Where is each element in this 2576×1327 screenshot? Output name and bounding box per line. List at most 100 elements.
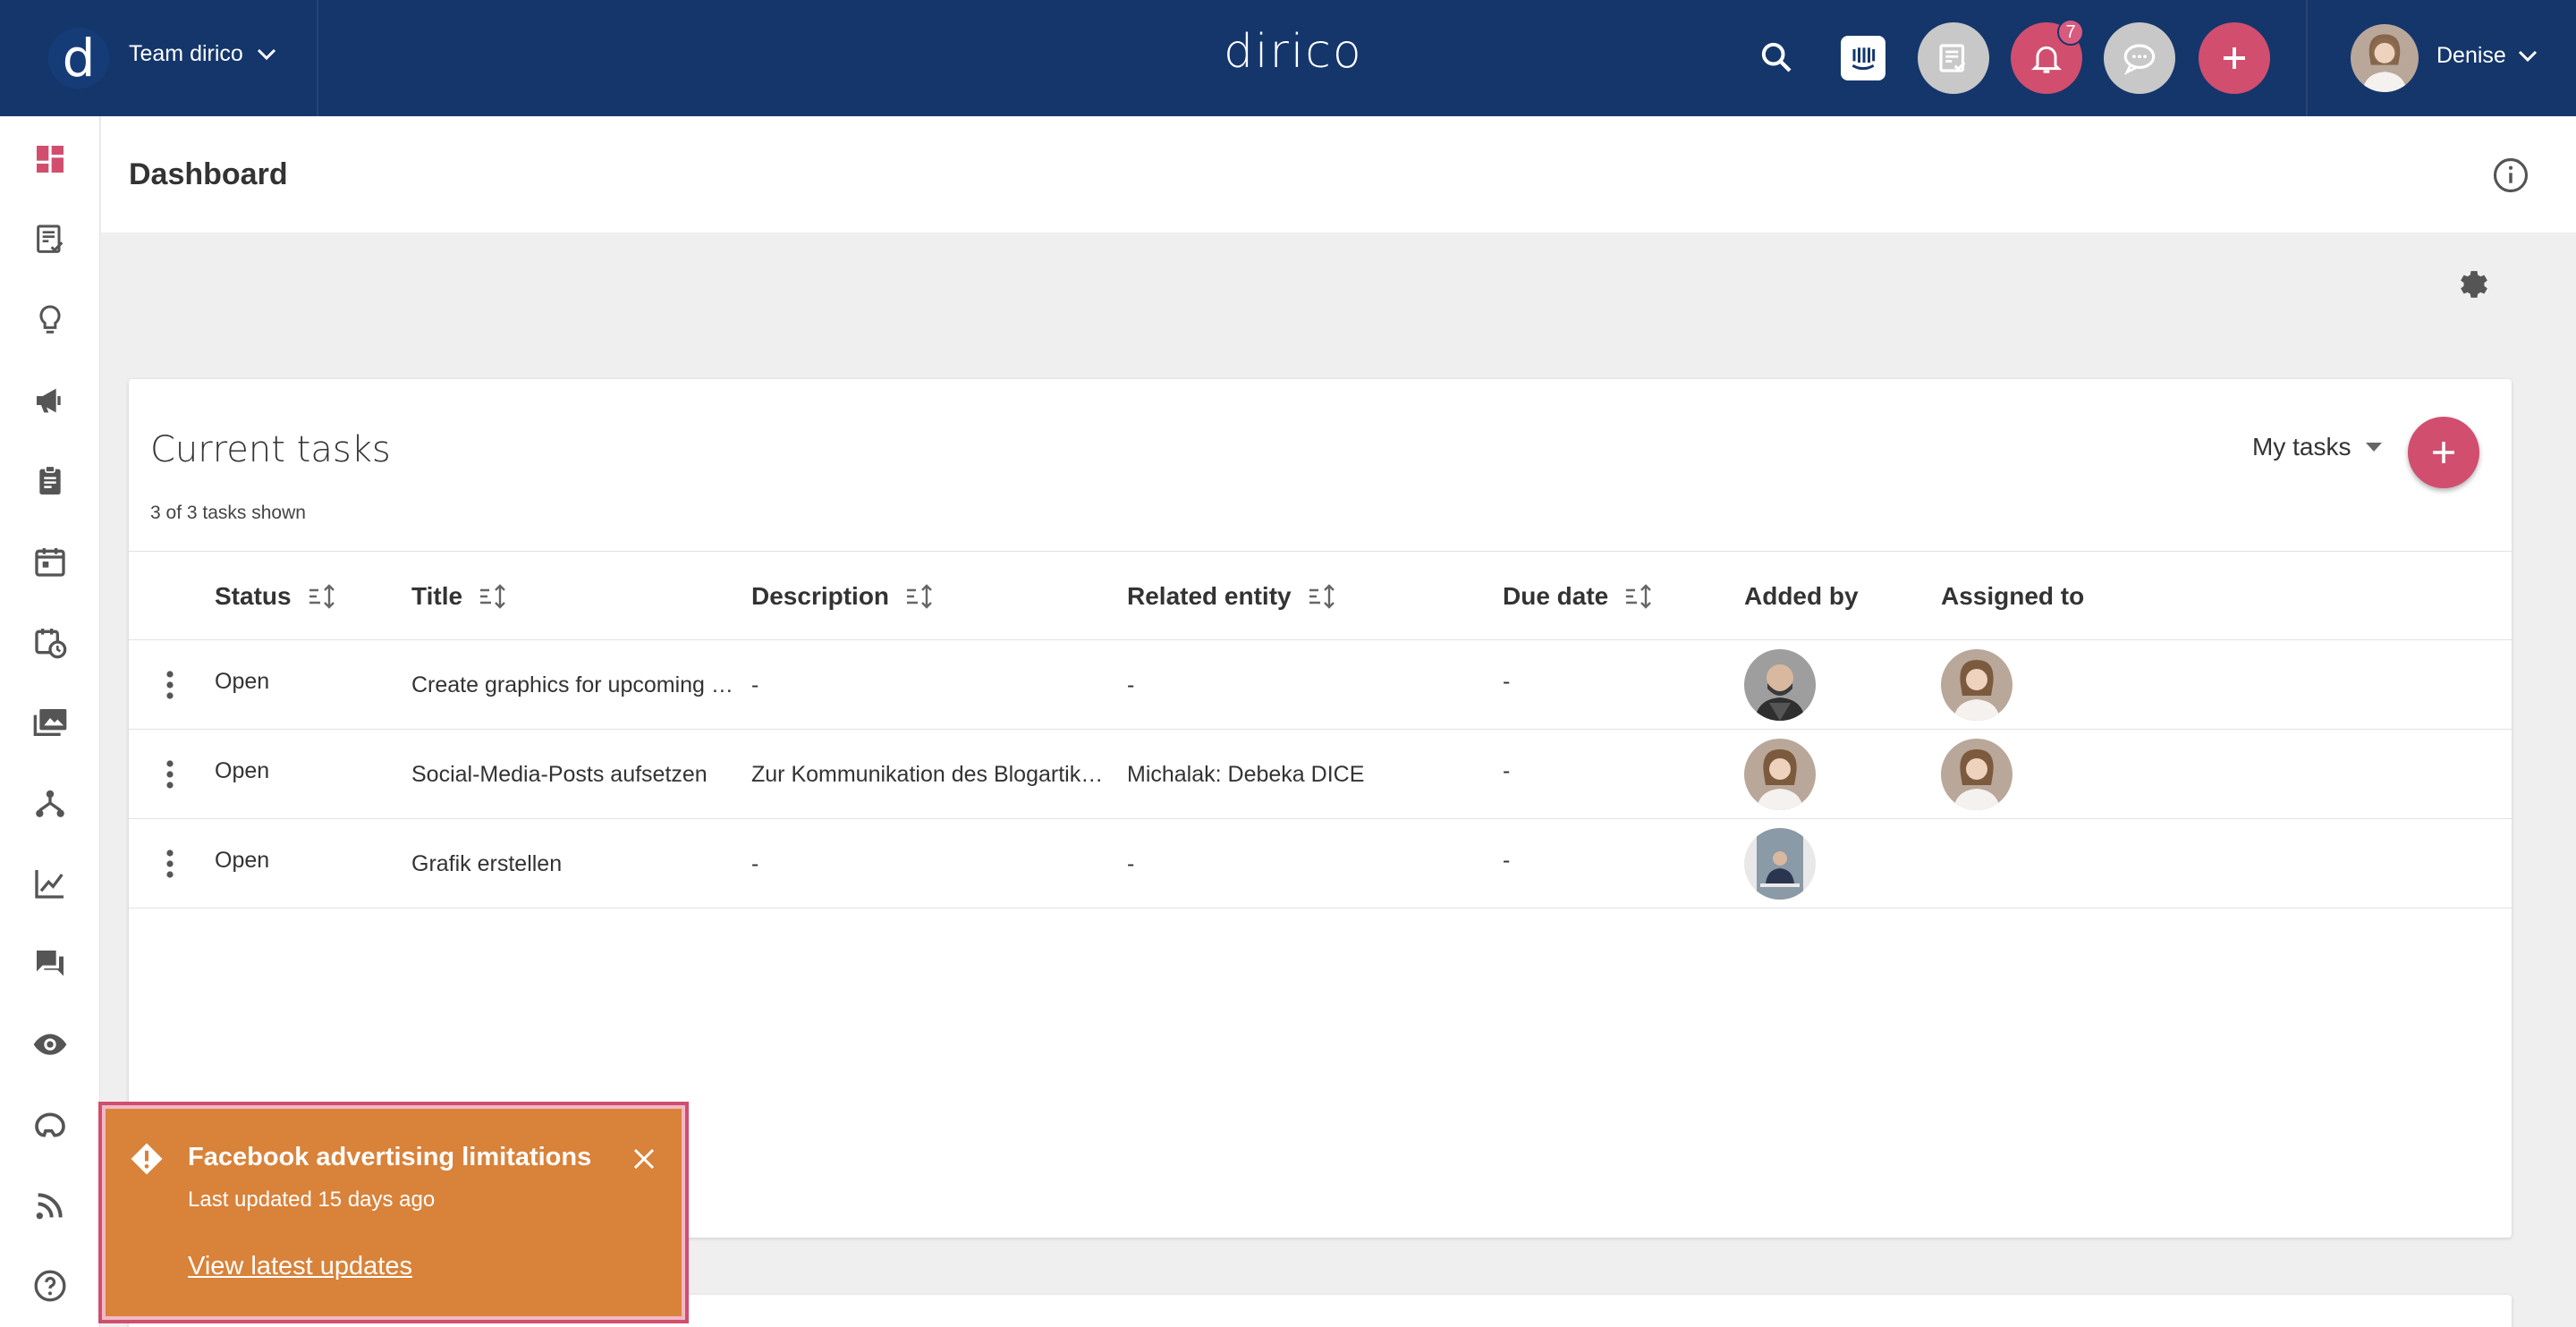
- added-by-avatar[interactable]: [1744, 739, 1816, 810]
- column-label: Status: [215, 582, 292, 610]
- nav-media[interactable]: [27, 699, 73, 746]
- added-by-avatar[interactable]: [1744, 649, 1816, 721]
- nav-briefings[interactable]: [27, 458, 73, 504]
- column-label: Title: [411, 582, 463, 610]
- added-by-avatar[interactable]: [1744, 828, 1816, 900]
- task-filter-select[interactable]: My tasks: [2252, 433, 2383, 461]
- notifications-button[interactable]: 7: [2011, 19, 2084, 94]
- rss-icon: [36, 1193, 63, 1220]
- description-cell: -: [751, 850, 759, 876]
- hierarchy-icon: [36, 790, 64, 817]
- nav-monitoring[interactable]: [27, 1021, 73, 1068]
- task-filter-value: My tasks: [2252, 433, 2351, 461]
- helmet-icon: [35, 1112, 65, 1137]
- column-title[interactable]: Title: [411, 552, 509, 641]
- row-menu-button[interactable]: [159, 756, 181, 792]
- table-row[interactable]: Open Grafik erstellen - - -: [129, 819, 2512, 909]
- status-cell: Open: [215, 668, 270, 694]
- team-label: Team dirico: [129, 41, 243, 66]
- nav-campaigns[interactable]: [27, 377, 73, 424]
- dashboard-icon: [37, 146, 64, 173]
- due-date-cell: -: [1503, 847, 1511, 873]
- related-entity-cell: -: [1127, 672, 1135, 697]
- column-description[interactable]: Description: [751, 552, 936, 641]
- nav-calendar[interactable]: [27, 538, 73, 585]
- calendar-clock-icon: [35, 629, 67, 659]
- status-cell: Open: [215, 847, 270, 873]
- gear-icon: [2461, 271, 2487, 298]
- column-label: Related entity: [1127, 582, 1292, 610]
- top-bar: d Team dirico dirico 7 Denise: [0, 0, 2576, 116]
- divider: [2306, 0, 2308, 116]
- nav-ideas[interactable]: [27, 297, 73, 343]
- row-menu-button[interactable]: [159, 667, 181, 703]
- nav-tasks[interactable]: [27, 216, 73, 263]
- search-button[interactable]: [1755, 36, 1798, 79]
- add-task-button[interactable]: [2408, 417, 2479, 488]
- toast-close-button[interactable]: [626, 1141, 662, 1177]
- plus-icon: [2224, 47, 2245, 69]
- column-due-date[interactable]: Due date: [1503, 552, 1655, 641]
- app-logo[interactable]: d: [48, 28, 109, 89]
- chevron-down-icon: [2518, 50, 2537, 62]
- nav-schedule[interactable]: [27, 619, 73, 665]
- view-updates-link[interactable]: View latest updates: [188, 1252, 412, 1281]
- photo-library-icon: [33, 709, 67, 736]
- row-menu-button[interactable]: [159, 846, 181, 882]
- avatar-image: [1941, 649, 2012, 721]
- brand-name: dirico: [1224, 25, 1363, 79]
- create-button[interactable]: [2199, 22, 2270, 94]
- related-entity-cell[interactable]: Michalak: Debeka DICE: [1127, 730, 1485, 819]
- table-row[interactable]: Open Social-Media-Posts aufsetzen Zur Ko…: [129, 730, 2512, 819]
- close-icon: [633, 1148, 655, 1170]
- team-switcher[interactable]: Team dirico: [129, 41, 277, 67]
- status-cell: Open: [215, 757, 270, 783]
- calendar-icon: [35, 548, 65, 577]
- nav-feeds[interactable]: [27, 1182, 73, 1229]
- more-vert-icon: [166, 760, 174, 789]
- info-icon: [2493, 157, 2529, 193]
- title-cell[interactable]: Create graphics for upcoming …: [411, 640, 733, 730]
- clipboard-icon: [39, 465, 61, 494]
- assigned-to-avatar[interactable]: [1941, 739, 2012, 810]
- column-status[interactable]: Status: [215, 552, 338, 641]
- toast-subtitle: Last updated 15 days ago: [188, 1188, 436, 1212]
- nav-analytics[interactable]: [27, 860, 73, 907]
- title-cell[interactable]: Social-Media-Posts aufsetzen: [411, 730, 733, 819]
- user-avatar[interactable]: [2351, 24, 2419, 92]
- table-row[interactable]: Open Create graphics for upcoming … - - …: [129, 640, 2512, 730]
- column-label: Due date: [1503, 582, 1609, 610]
- task-list-button[interactable]: [1918, 22, 1989, 94]
- description-cell: -: [751, 672, 759, 697]
- nav-conversations[interactable]: [27, 941, 73, 987]
- help-icon: [34, 1270, 66, 1302]
- table-header: Status Title Description Related entity …: [129, 551, 2512, 640]
- title-cell[interactable]: Grafik erstellen: [411, 819, 733, 909]
- info-button[interactable]: [2491, 156, 2530, 195]
- divider: [317, 0, 318, 116]
- intercom-button[interactable]: [1841, 36, 1885, 80]
- tasks-icon: [37, 224, 64, 253]
- nav-brand[interactable]: [27, 1102, 73, 1148]
- messages-button[interactable]: [2104, 22, 2175, 94]
- sort-icon: [1626, 584, 1652, 609]
- toast-title: Facebook advertising limitations: [188, 1143, 592, 1171]
- card-title: Current tasks: [150, 429, 391, 470]
- nav-help[interactable]: [27, 1263, 73, 1309]
- tasks-count: 3 of 3 tasks shown: [150, 503, 306, 523]
- lightbulb-icon: [39, 305, 61, 334]
- nav-dashboard[interactable]: [27, 136, 73, 182]
- column-assigned-to: Assigned to: [1941, 552, 2084, 641]
- sort-icon: [1309, 584, 1335, 609]
- chart-line-icon: [35, 870, 64, 899]
- column-label: Description: [751, 582, 890, 610]
- bell-icon: [2031, 46, 2062, 73]
- due-date-cell: -: [1503, 668, 1511, 694]
- nav-hierarchy[interactable]: [27, 780, 73, 826]
- assigned-to-avatar[interactable]: [1941, 649, 2012, 721]
- user-menu[interactable]: Denise: [2436, 43, 2538, 69]
- avatar-image: [2351, 24, 2419, 92]
- page-title: Dashboard: [129, 157, 288, 191]
- column-related-entity[interactable]: Related entity: [1127, 552, 1338, 641]
- dashboard-settings-button[interactable]: [2451, 261, 2497, 308]
